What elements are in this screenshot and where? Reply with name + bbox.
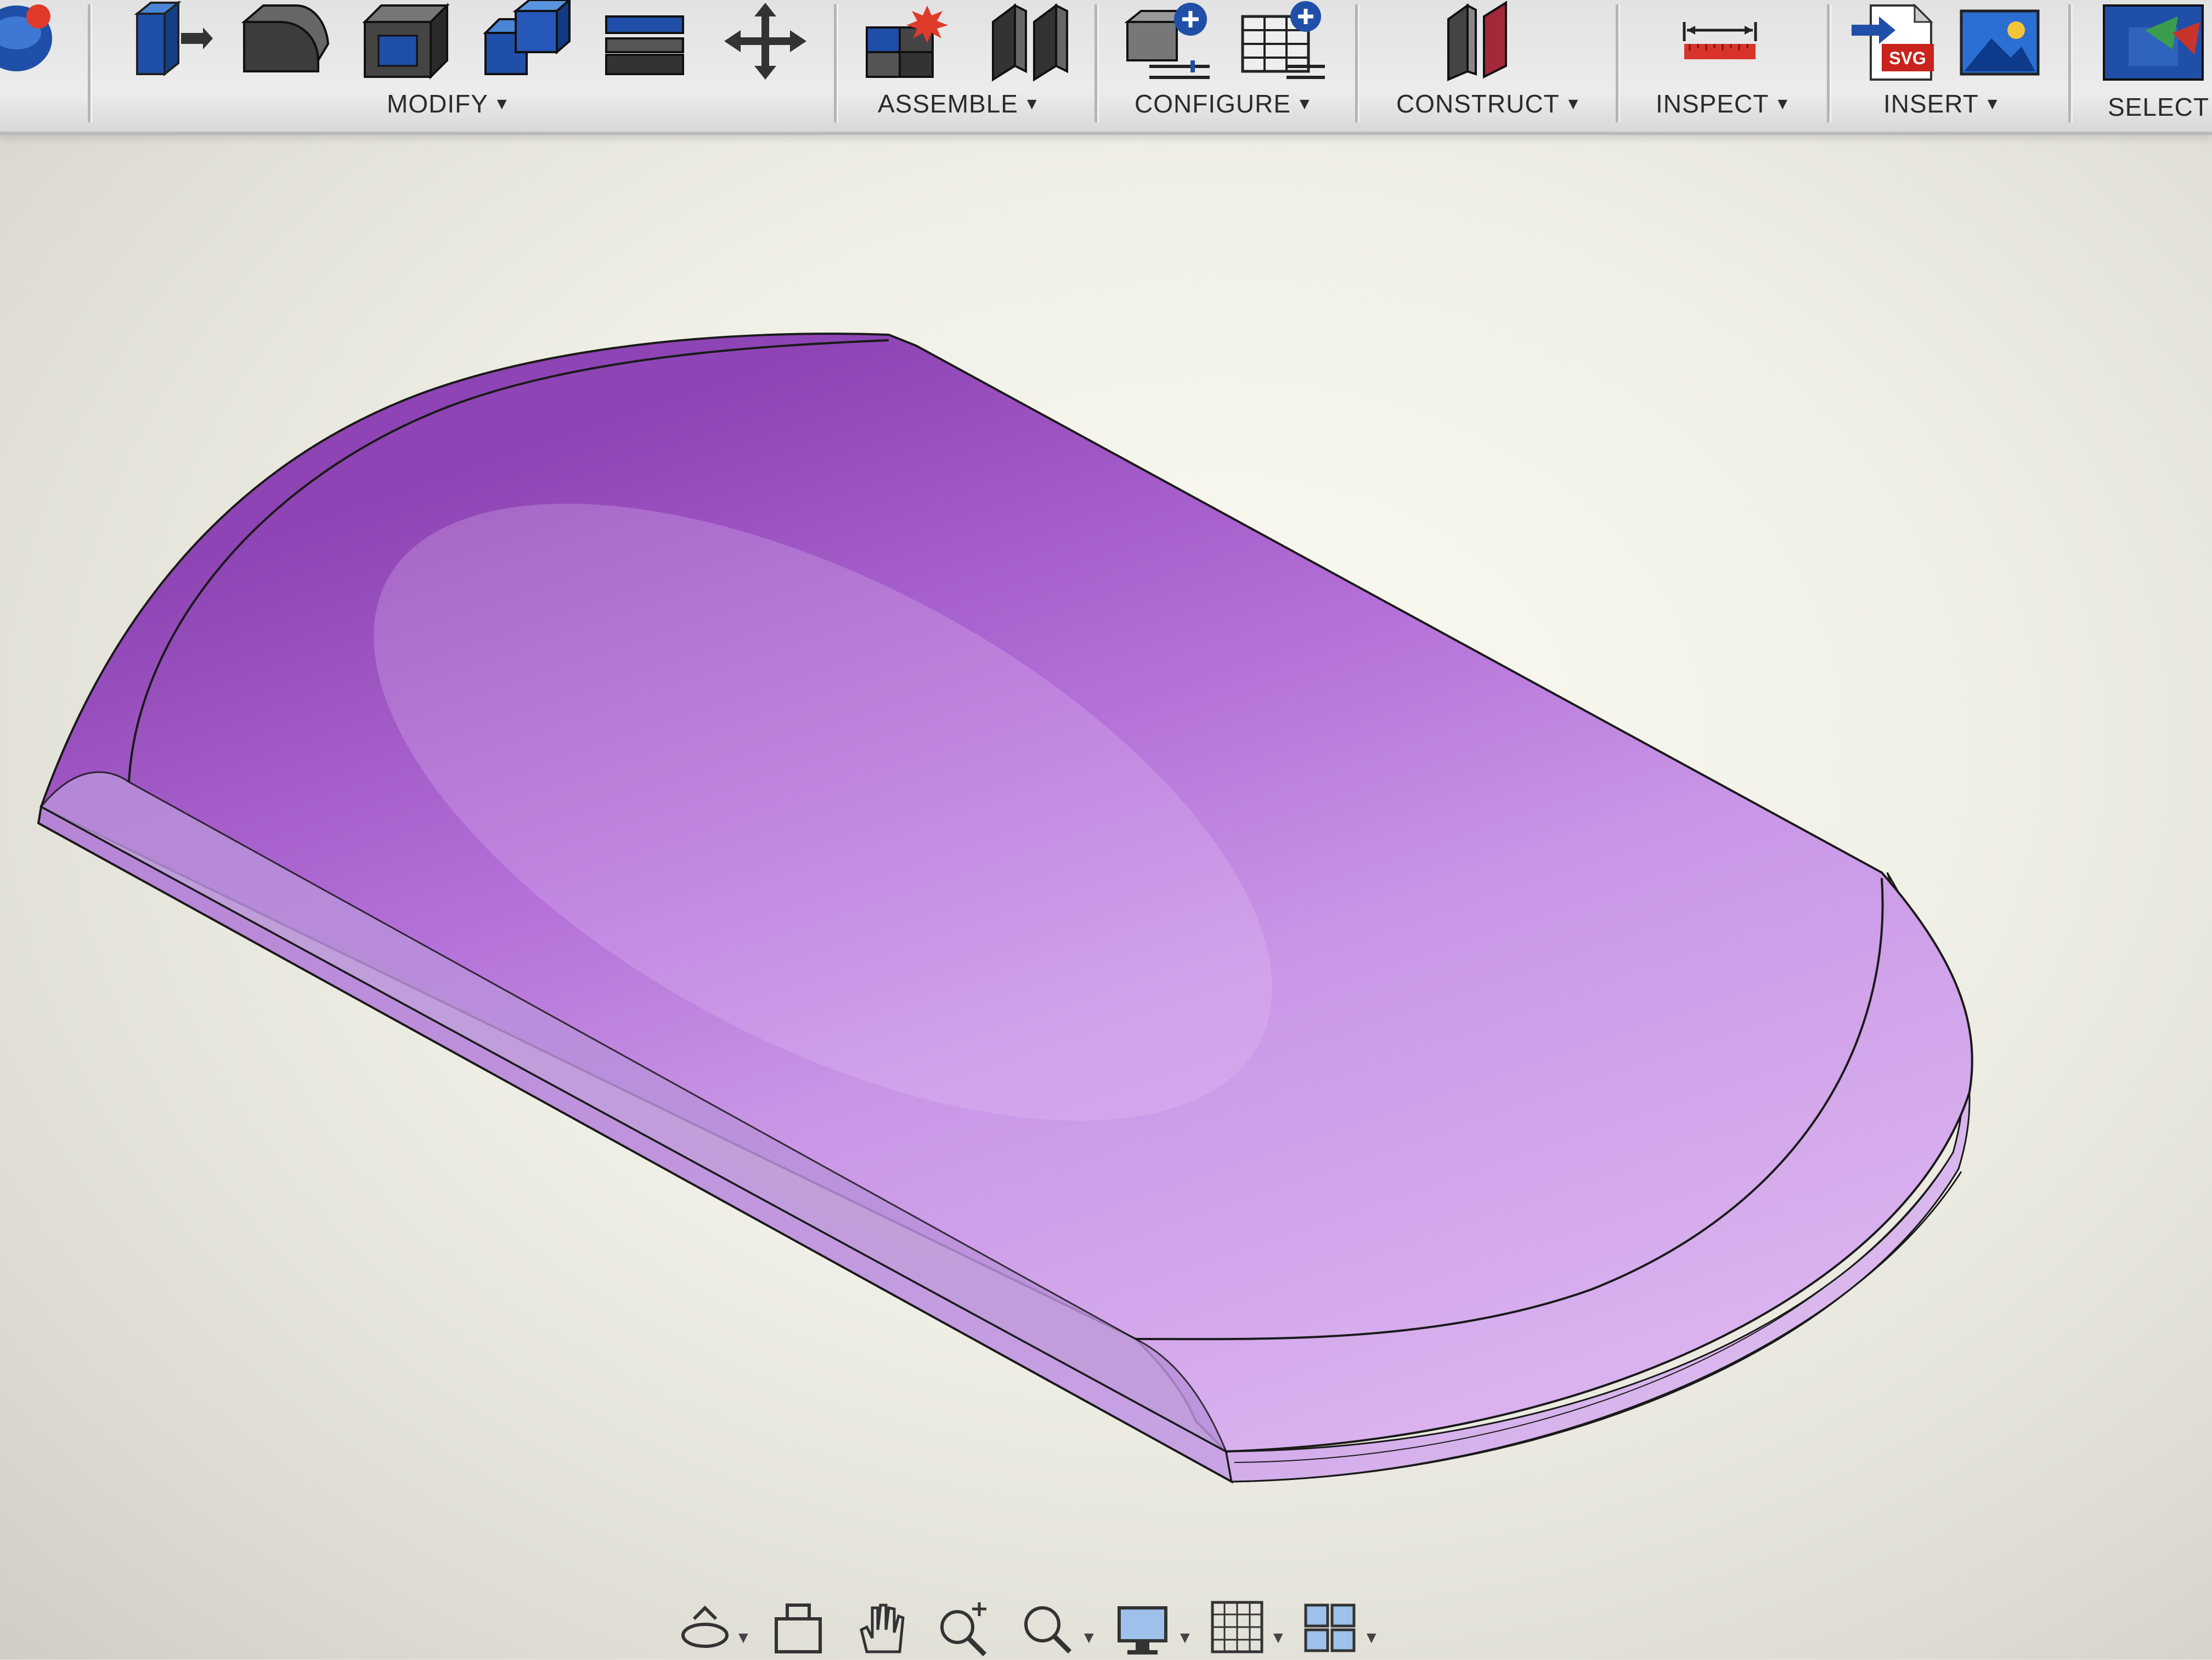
orbit-caret[interactable]: ▼: [735, 1629, 752, 1647]
navigation-bar: ▼ ▼ ▼ ▼ ▼: [658, 1597, 1426, 1659]
configuration-table-icon[interactable]: [1234, 0, 1328, 82]
zoom-icon[interactable]: [933, 1597, 993, 1657]
pan-icon[interactable]: [850, 1597, 911, 1657]
zoom-caret[interactable]: ▼: [1081, 1629, 1097, 1647]
inspect-menu[interactable]: INSPECT ▼: [1656, 89, 1791, 119]
3d-model[interactable]: [0, 0, 2212, 1659]
press-pull-icon[interactable]: [121, 0, 214, 82]
insert-image-icon[interactable]: [1953, 0, 2046, 82]
measure-icon[interactable]: [1673, 0, 1767, 82]
configure-menu[interactable]: CONFIGURE ▼: [1135, 89, 1313, 119]
select-icon[interactable]: [2096, 0, 2205, 82]
new-component-icon[interactable]: [861, 0, 955, 82]
modify-menu[interactable]: MODIFY ▼: [387, 89, 511, 119]
move-icon[interactable]: [719, 0, 812, 82]
joint-icon[interactable]: [982, 0, 1075, 82]
look-at-icon[interactable]: [768, 1597, 828, 1657]
fit-icon[interactable]: [1015, 1597, 1075, 1657]
insert-menu[interactable]: INSERT ▼: [1883, 89, 2001, 119]
viewports-caret[interactable]: ▼: [1363, 1629, 1380, 1647]
assemble-menu[interactable]: ASSEMBLE ▼: [878, 89, 1041, 119]
select-menu[interactable]: SELECT▼: [2108, 92, 2212, 122]
replace-face-icon[interactable]: [598, 0, 691, 82]
display-caret[interactable]: ▼: [1177, 1629, 1193, 1647]
orbit-icon[interactable]: [675, 1597, 735, 1657]
offset-plane-icon[interactable]: [1437, 0, 1531, 82]
grid-icon[interactable]: [1207, 1597, 1267, 1657]
grid-caret[interactable]: ▼: [1270, 1629, 1286, 1647]
viewports-icon[interactable]: [1300, 1597, 1361, 1657]
svg-badge-text: SVG: [1889, 48, 1926, 68]
insert-svg-icon[interactable]: SVG: [1849, 0, 1942, 82]
create-form-icon[interactable]: [0, 0, 66, 82]
configure-model-icon[interactable]: [1119, 0, 1212, 82]
shell-icon[interactable]: [357, 0, 450, 82]
toolbar: MODIFY ▼ ASSEMBLE ▼ CONFIGURE ▼ CONSTRUCT ▼ …: [0, 0, 2212, 135]
display-settings-icon[interactable]: [1114, 1597, 1174, 1657]
construct-menu[interactable]: CONSTRUCT ▼: [1396, 89, 1582, 119]
fillet-icon[interactable]: [236, 0, 330, 82]
combine-icon[interactable]: [477, 0, 572, 82]
